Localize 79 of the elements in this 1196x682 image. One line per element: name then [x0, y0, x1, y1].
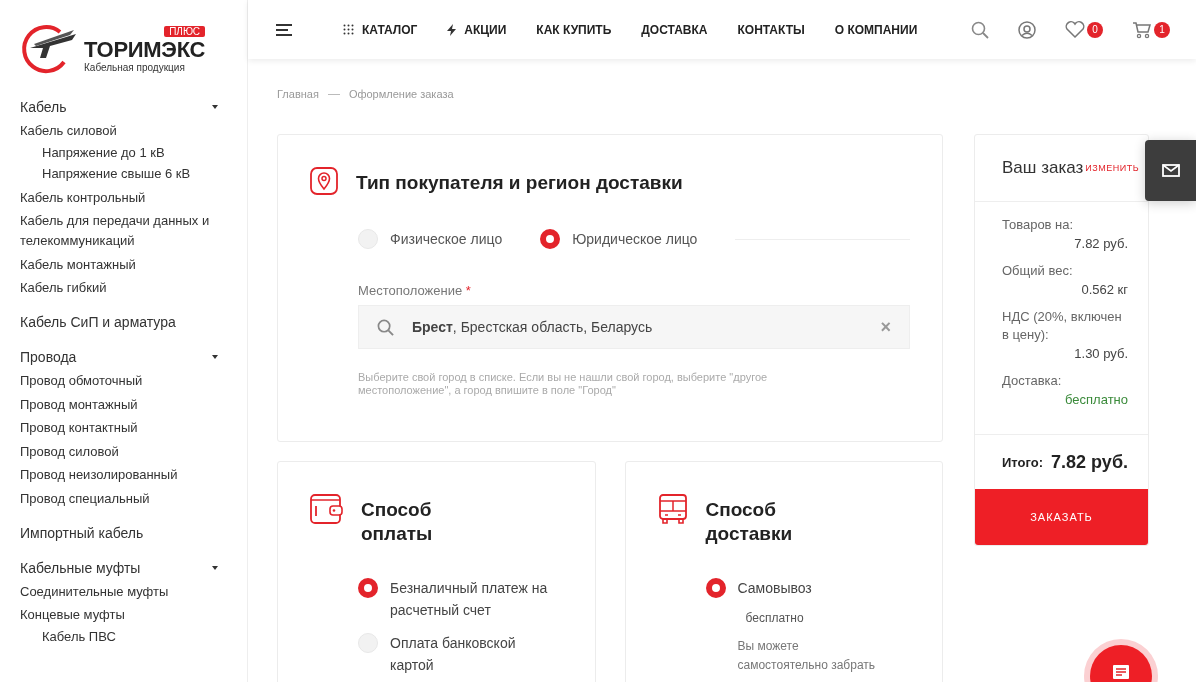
nav-link[interactable]: АКЦИИ: [447, 22, 507, 37]
heart-icon[interactable]: [1065, 21, 1085, 38]
sidebar-item[interactable]: Провод монтажный: [20, 394, 223, 415]
radio-button[interactable]: [358, 578, 378, 598]
radio-label[interactable]: Оплата банковской картой: [390, 632, 550, 676]
count-badge: 0: [1087, 21, 1103, 38]
hint-text: Выберите свой город в списке. Если вы не нашли свой город, выберите "другое местоположение", а город впишите в поле "Город": [358, 371, 769, 397]
logo-tagline: Кабельная продукция: [84, 62, 186, 74]
nav-link[interactable]: КАК КУПИТЬ: [536, 22, 612, 37]
sidebar-item[interactable]: Провод контактный: [20, 418, 223, 438]
sidebar-item[interactable]: Соединительные муфты: [20, 581, 223, 602]
sidebar-subitem[interactable]: Напряжение свыше 6 кВ: [20, 164, 223, 184]
sidebar-subitem[interactable]: Кабель ПВС: [20, 626, 223, 647]
location-field[interactable]: Брест, Брестская область, Беларусь ×: [358, 305, 910, 349]
caret-icon[interactable]: [212, 565, 218, 570]
summary-value: 7.82 руб.: [1074, 235, 1128, 253]
radio-label[interactable]: Безналичный платеж на расчетный счет: [390, 577, 550, 621]
sidebar-category[interactable]: Импортный кабель: [20, 524, 144, 541]
sidebar-item[interactable]: Концевые муфты: [20, 605, 223, 625]
radio-label[interactable]: Физическое лицо: [390, 229, 503, 249]
sidebar-category[interactable]: Кабельные муфты: [20, 559, 141, 576]
search-icon: [377, 318, 394, 336]
change-link[interactable]: ИЗМЕНИТЬ: [1085, 163, 1140, 173]
radio-button[interactable]: [540, 229, 561, 249]
document-icon: [1113, 665, 1129, 679]
wallet-icon: [310, 494, 343, 524]
delivery-price: бесплатно: [745, 611, 805, 625]
search-icon[interactable]: [971, 20, 989, 39]
summary-value: 1.30 руб.: [1074, 345, 1128, 363]
bus-icon: [657, 494, 688, 524]
grid-icon: [343, 24, 354, 35]
summary-label: НДС (20%, включен в цену):: [1002, 308, 1123, 344]
total-label: Итого:: [1002, 454, 1043, 470]
logo-icon: [20, 24, 78, 76]
delivery-description: Вы можете самостоятельно забрать: [737, 638, 877, 674]
section-title: Тип покупателя и регион доставки: [356, 171, 683, 195]
summary-label: Товаров на:: [1002, 216, 1075, 234]
envelope-icon: [1161, 164, 1180, 177]
field-label: Местоположение *: [358, 283, 472, 298]
nav-link[interactable]: ДОСТАВКА: [641, 22, 708, 37]
location-pin-icon: [310, 167, 338, 195]
logo-name: ТОРИМЭКС: [84, 38, 206, 62]
sidebar-item[interactable]: Провод обмоточный: [20, 371, 223, 391]
summary-value: бесплатно: [1065, 391, 1128, 409]
sidebar-category[interactable]: Кабель СиП и арматура: [20, 314, 176, 330]
sidebar-item[interactable]: Провод силовой: [20, 441, 223, 462]
radio-label[interactable]: Юридическое лицо: [572, 229, 698, 249]
sidebar-category[interactable]: Провода: [20, 349, 77, 365]
caret-icon[interactable]: [212, 355, 218, 359]
total-value: 7.82 руб.: [1051, 451, 1128, 473]
summary-label: Доставка:: [1002, 372, 1063, 390]
sidebar-category[interactable]: Кабель: [20, 99, 67, 115]
sidebar-item[interactable]: Кабель силовой: [20, 121, 223, 141]
feedback-button[interactable]: [1145, 140, 1196, 201]
radio-button[interactable]: [705, 578, 726, 598]
order-button[interactable]: ЗАКАЗАТЬ: [975, 489, 1148, 545]
summary-label: Общий вес:: [1002, 262, 1074, 280]
nav-link[interactable]: О КОМПАНИИ: [834, 22, 918, 37]
section-title: Способ доставки: [705, 498, 794, 546]
nav-link[interactable]: КАТАЛОГ: [343, 22, 418, 37]
nav-link[interactable]: КОНТАКТЫ: [737, 22, 805, 37]
sidebar-item[interactable]: Кабель контрольный: [20, 187, 223, 208]
radio-label[interactable]: Самовывоз: [737, 577, 898, 599]
sidebar-subitem[interactable]: Напряжение до 1 кВ: [20, 142, 223, 163]
section-title: Способ оплаты: [361, 498, 434, 546]
lightning-icon: [447, 23, 457, 36]
menu-icon[interactable]: [276, 23, 292, 36]
sidebar-item[interactable]: Провод неизолированный: [20, 465, 223, 485]
sidebar-item[interactable]: Кабель монтажный: [20, 254, 223, 275]
caret-icon[interactable]: [212, 105, 218, 109]
logo-badge: ПЛЮС: [164, 26, 206, 37]
summary-value: 0.562 кг: [1081, 281, 1128, 299]
sidebar-item[interactable]: Провод специальный: [20, 488, 223, 509]
summary-title: Ваш заказ: [1002, 158, 1084, 178]
sidebar-item[interactable]: Кабель гибкий: [20, 278, 223, 298]
cart-icon[interactable]: [1132, 20, 1152, 39]
count-badge: 1: [1154, 21, 1170, 38]
account-icon[interactable]: [1018, 20, 1036, 39]
sidebar-item[interactable]: Кабель для передачи данных и телекоммуникаций: [20, 211, 223, 251]
